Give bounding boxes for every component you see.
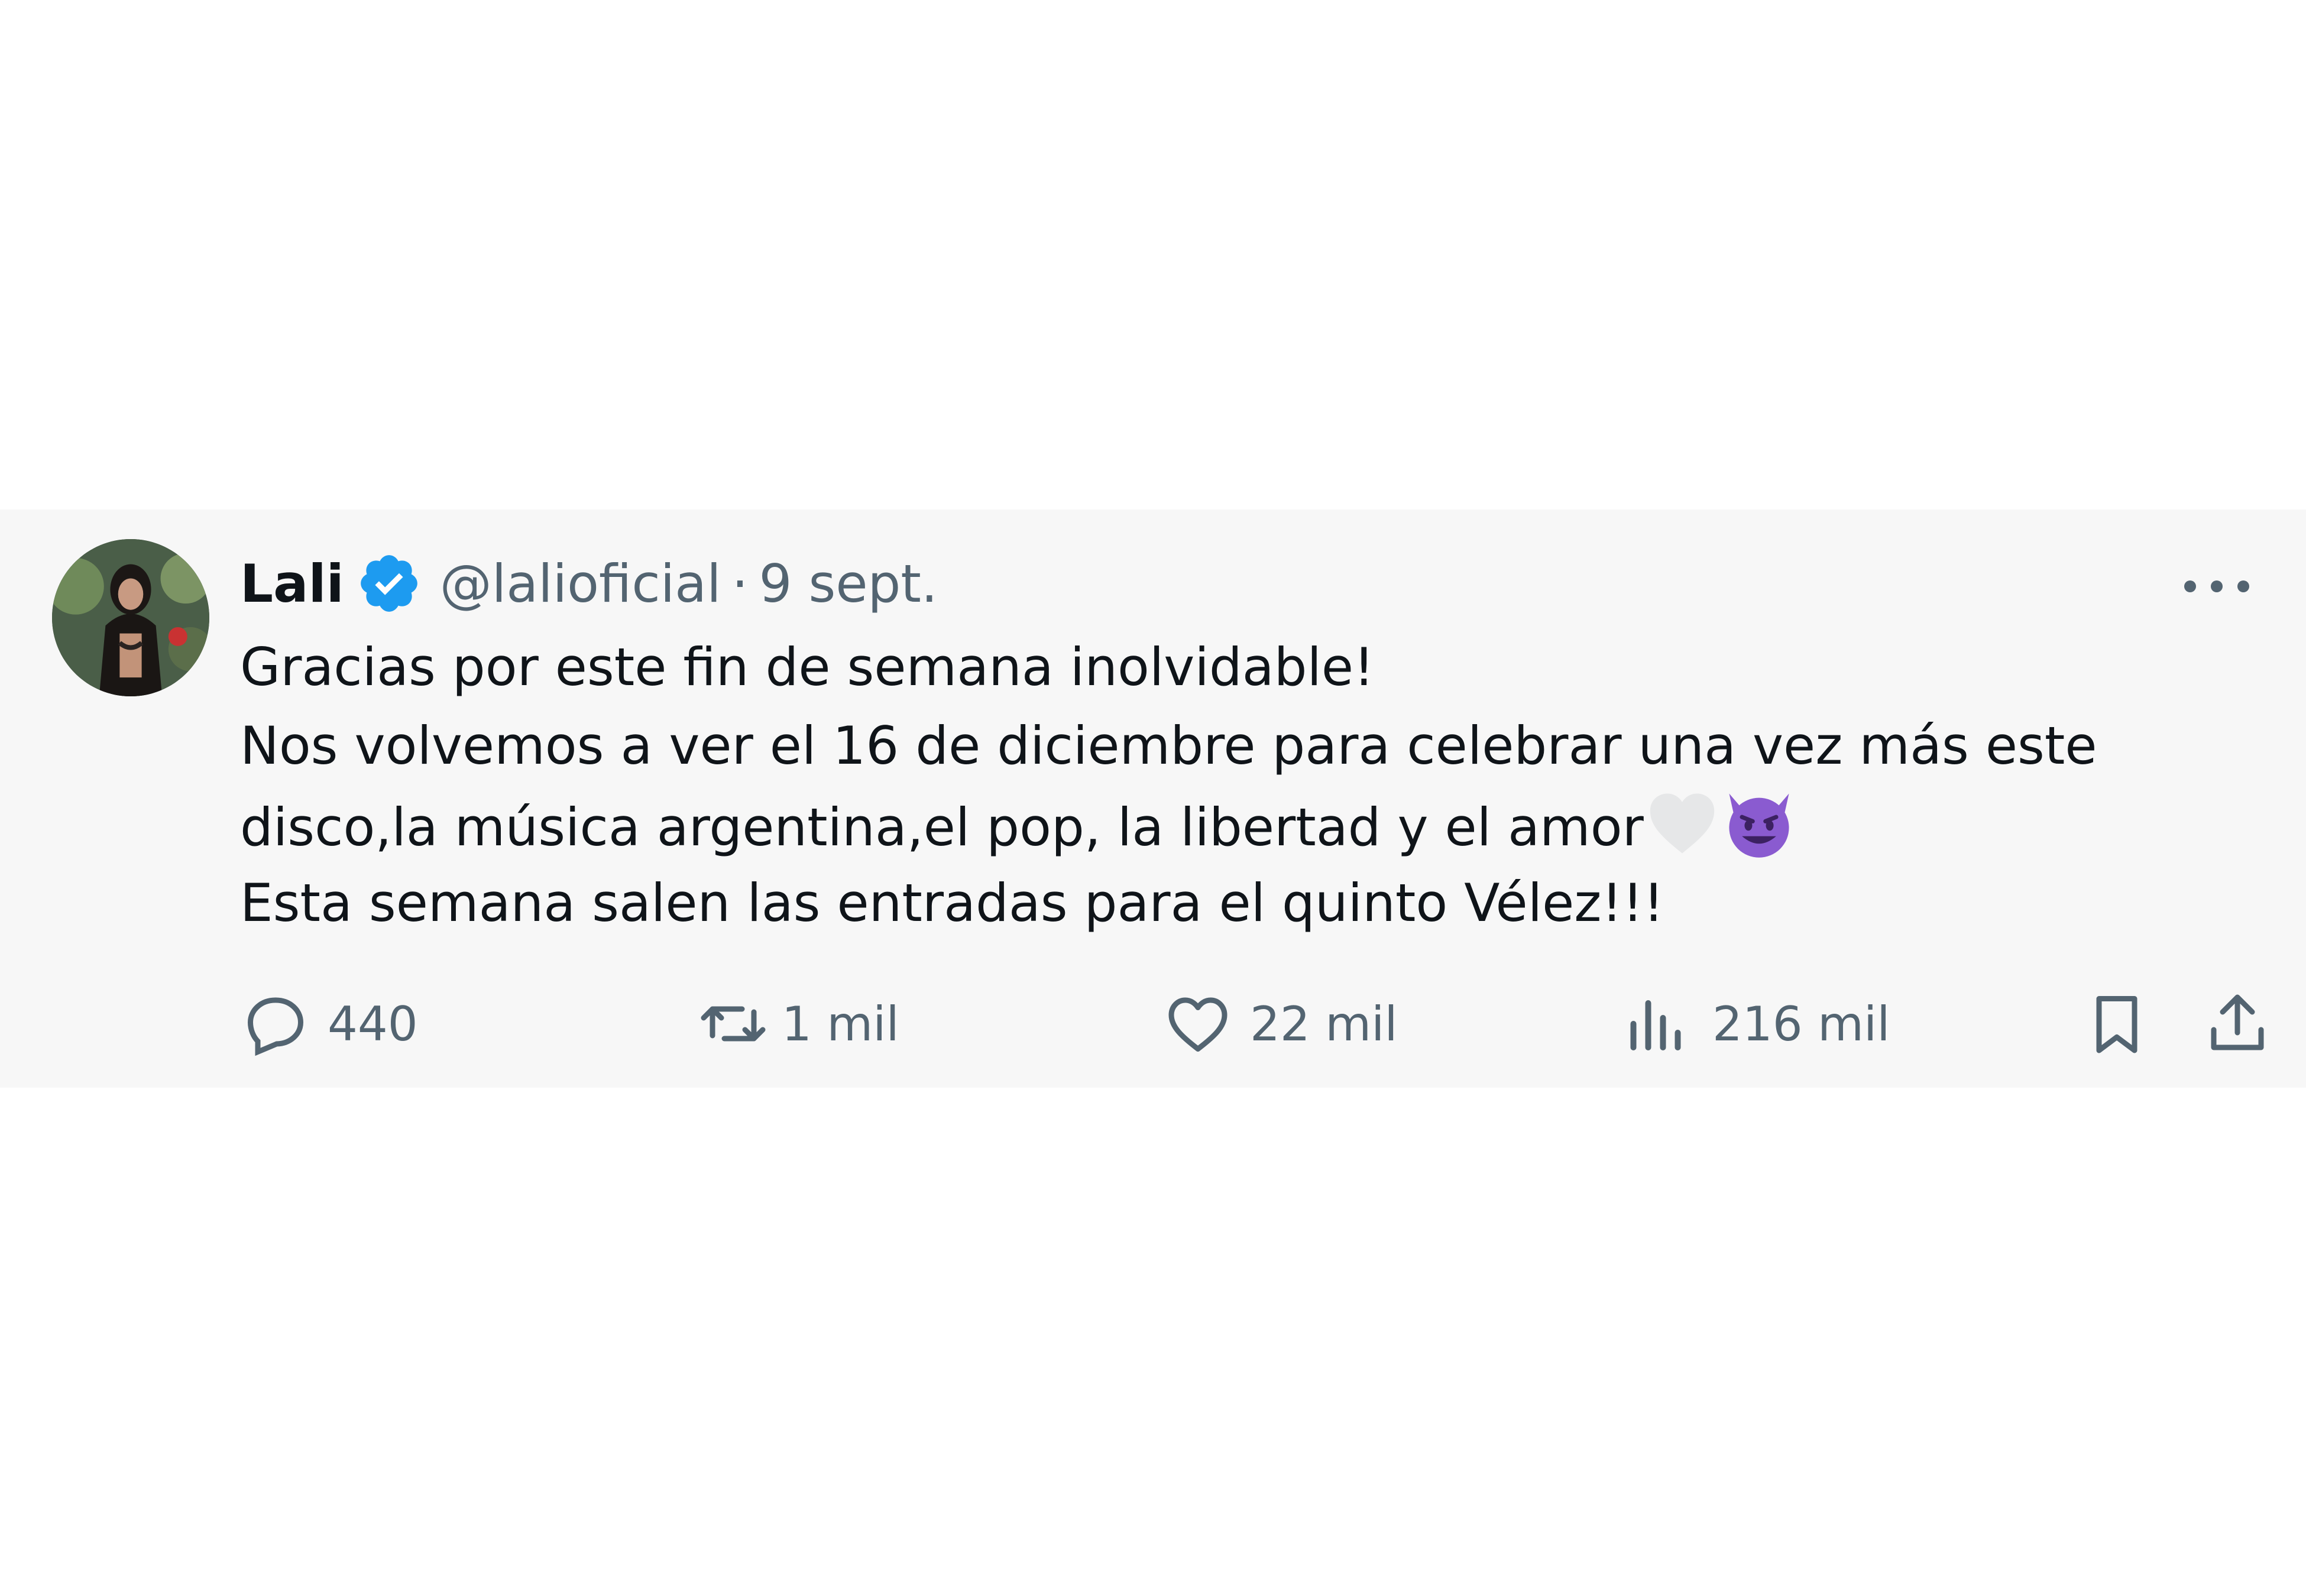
avatar[interactable] — [52, 539, 209, 696]
like-icon — [1162, 988, 1233, 1059]
share-button[interactable] — [2202, 982, 2273, 1065]
reply-button[interactable]: 440 — [240, 982, 418, 1065]
separator-dot: · — [731, 553, 749, 614]
tweet-text-line: Nos volvemos a ver el 16 de diciembre pa… — [240, 715, 2097, 776]
tweet-text: Gracias por este fin de semana inolvidab… — [240, 628, 2250, 942]
repost-count: 1 mil — [782, 996, 899, 1052]
like-button[interactable]: 22 mil — [1162, 982, 1398, 1065]
repost-button[interactable]: 1 mil — [698, 982, 899, 1065]
author-handle[interactable]: @lalioficial — [440, 553, 721, 614]
bookmark-icon — [2081, 988, 2152, 1059]
bookmark-button[interactable] — [2081, 982, 2152, 1065]
verified-badge-icon — [356, 550, 422, 617]
action-bar: 440 1 mil 22 mil 216 mil — [0, 982, 2306, 1065]
tweet-date[interactable]: 9 sept. — [759, 553, 938, 614]
views-button[interactable]: 216 mil — [1620, 982, 1890, 1065]
tweet-text-segment: disco,la música argentina,el pop, la lib… — [240, 797, 1644, 858]
views-count: 216 mil — [1712, 996, 1890, 1052]
tweet-header: Lali @lalioficial · 9 sept. — [240, 545, 938, 622]
more-icon[interactable] — [2184, 557, 2249, 616]
tweet-text-line: Gracias por este fin de semana inolvidab… — [240, 637, 1375, 698]
views-icon — [1620, 988, 1691, 1059]
share-icon — [2202, 988, 2273, 1059]
like-count: 22 mil — [1250, 996, 1398, 1052]
reply-icon — [240, 988, 311, 1059]
tweet-text-line-with-emoji: disco,la música argentina,el pop, la lib… — [240, 785, 2250, 864]
author-name[interactable]: Lali — [240, 553, 344, 614]
tweet-text-line: Esta semana salen las entradas para el q… — [240, 872, 1664, 933]
repost-icon — [698, 988, 769, 1059]
smiling-devil-icon — [1721, 785, 1797, 862]
white-heart-icon — [1644, 785, 1721, 862]
tweet-card[interactable]: Lali @lalioficial · 9 sept. Gracias por … — [0, 510, 2306, 1088]
reply-count: 440 — [328, 996, 418, 1052]
